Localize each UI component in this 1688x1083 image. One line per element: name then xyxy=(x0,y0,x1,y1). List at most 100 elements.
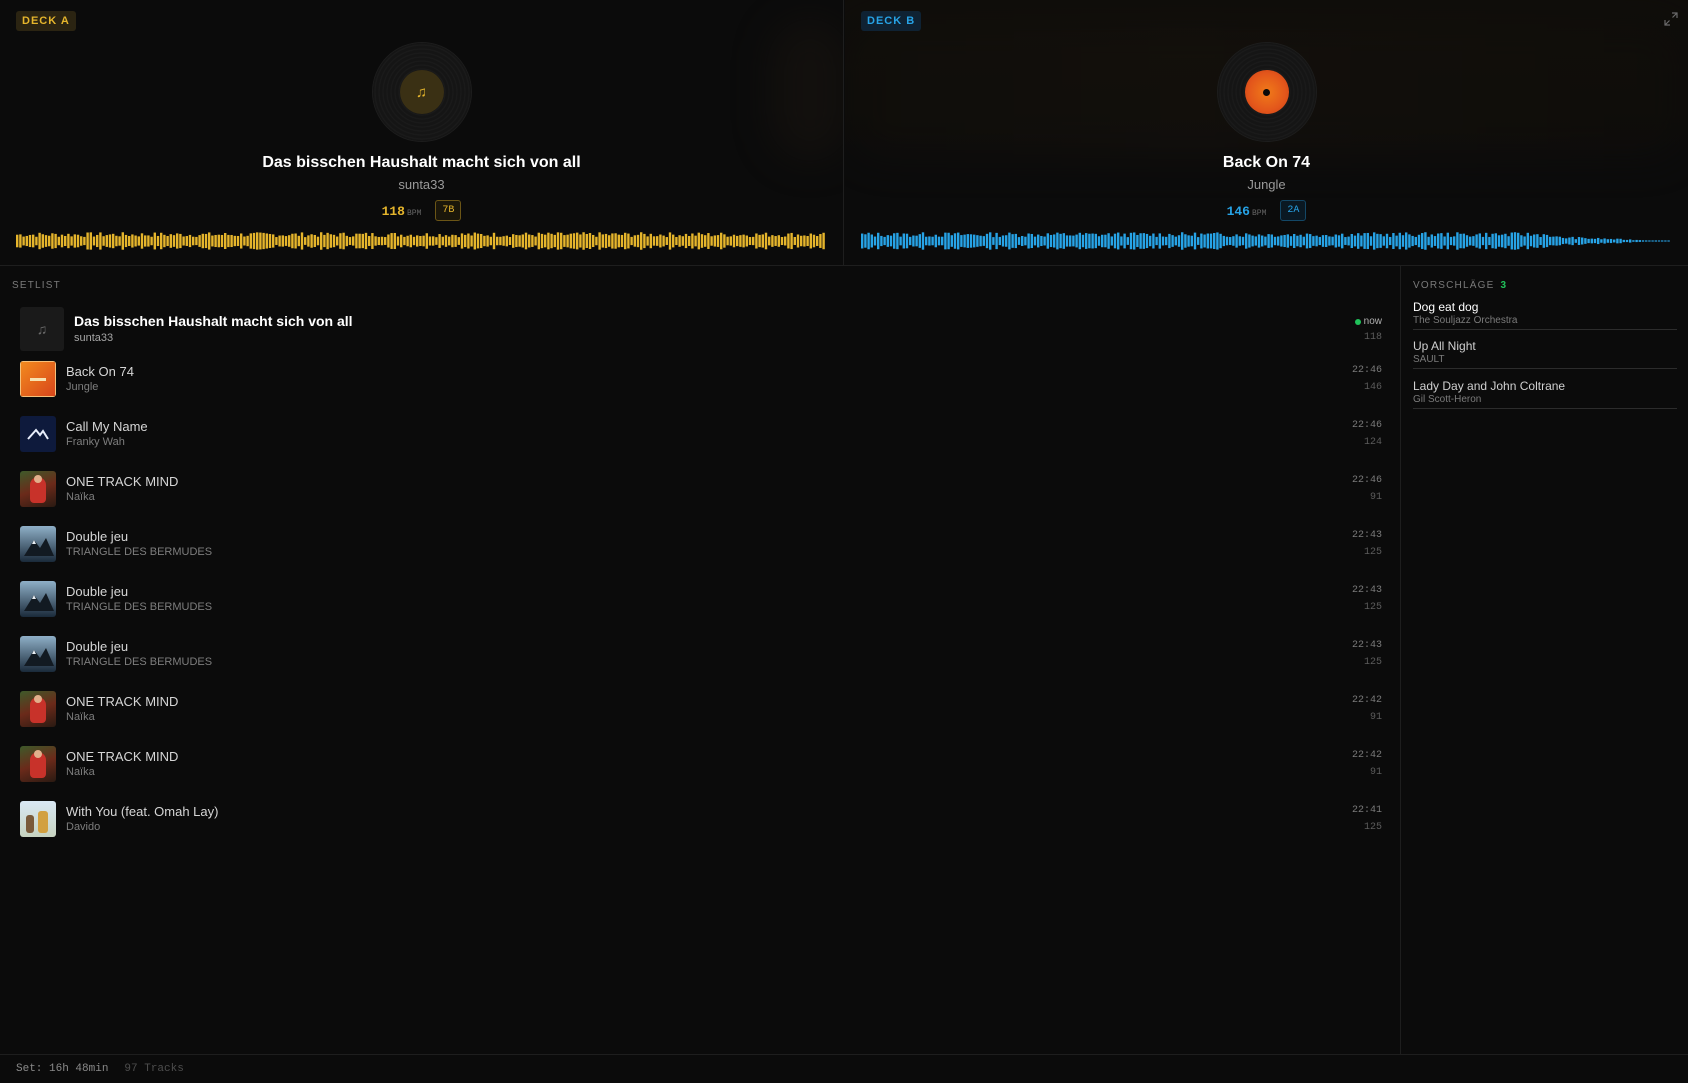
suggestions-label: VORSCHLÄGE 3 xyxy=(1413,280,1507,291)
waveform-bar xyxy=(1561,237,1565,245)
waveform-bar xyxy=(416,235,419,247)
waveform-bar xyxy=(1248,234,1251,248)
waveform-bar xyxy=(1667,240,1670,242)
setlist-track[interactable]: ONE TRACK MIND Naïka 22:42 91 xyxy=(20,691,1382,727)
setlist-track[interactable]: Double jeu TRIANGLE DES BERMUDES 22:43 125 xyxy=(20,636,1382,672)
suggestion-title: Lady Day and John Coltrane xyxy=(1413,379,1566,393)
track-time: 22:42 xyxy=(1351,695,1382,706)
waveform-bar xyxy=(1081,234,1085,248)
waveform-bar xyxy=(118,236,121,246)
waveform-bar xyxy=(739,235,742,247)
waveform-bar xyxy=(668,232,672,250)
waveform-bar xyxy=(1222,235,1225,247)
deck-b-key: 2A xyxy=(1280,200,1307,221)
waveform-bar xyxy=(105,235,108,247)
waveform-bar xyxy=(1529,235,1533,247)
waveform-bar xyxy=(672,234,675,248)
waveform-bar xyxy=(1350,233,1353,249)
waveform-bar xyxy=(512,234,515,248)
deck-a-vinyl[interactable]: ♫ xyxy=(372,43,471,141)
waveform-bar xyxy=(198,235,201,247)
waveform-bar xyxy=(73,234,76,248)
expand-icon[interactable] xyxy=(1664,12,1678,26)
waveform-bar xyxy=(640,232,643,250)
album-art xyxy=(20,526,56,562)
waveform-bar xyxy=(1280,235,1283,247)
waveform-bar xyxy=(646,236,649,246)
setlist-track[interactable]: Double jeu TRIANGLE DES BERMUDES 22:43 125 xyxy=(20,526,1382,562)
suggestion-item[interactable]: Dog eat dog The Souljazz Orchestra xyxy=(1413,300,1677,330)
waveform-bar xyxy=(144,235,147,247)
waveform-bar xyxy=(1382,236,1385,246)
waveform-bar xyxy=(1168,233,1171,249)
setlist-current-track[interactable]: ♫ Das bisschen Haushalt macht sich von a… xyxy=(20,307,1382,351)
waveform-bar xyxy=(870,234,873,248)
waveform-bar xyxy=(1245,233,1248,249)
waveform-bar xyxy=(304,237,307,245)
waveform-bar xyxy=(1347,236,1350,246)
deck-a-waveform[interactable] xyxy=(16,230,828,252)
waveform-bar xyxy=(1385,233,1389,249)
waveform-bar xyxy=(684,233,688,249)
waveform-bar xyxy=(1645,240,1648,242)
waveform-bar xyxy=(1421,233,1424,249)
suggestion-item[interactable]: Lady Day and John Coltrane Gil Scott-Her… xyxy=(1413,379,1677,409)
waveform-bar xyxy=(166,235,169,247)
waveform-bar xyxy=(256,232,259,250)
album-art xyxy=(20,416,56,452)
waveform-bar xyxy=(1395,235,1398,247)
waveform-bar xyxy=(537,232,540,250)
waveform-bar xyxy=(896,232,899,250)
waveform-bar xyxy=(240,233,243,249)
waveform-bar xyxy=(1229,237,1232,245)
setlist-track[interactable]: Double jeu TRIANGLE DES BERMUDES 22:43 125 xyxy=(20,581,1382,617)
waveform-bar xyxy=(457,237,460,245)
setlist-track[interactable]: ONE TRACK MIND Naïka 22:42 91 xyxy=(20,746,1382,782)
setlist-track[interactable]: Back On 74 Jungle 22:46 146 xyxy=(20,361,1382,397)
suggestion-item[interactable]: Up All Night SAULT xyxy=(1413,339,1677,369)
current-track-title: Das bisschen Haushalt macht sich von all xyxy=(74,313,353,329)
waveform-bar xyxy=(1590,238,1593,244)
waveform-bar xyxy=(1401,235,1405,247)
deck-b: DECK B Back On 74 Jungle 146 BPM 2A xyxy=(845,0,1688,265)
waveform-bar xyxy=(1600,239,1603,243)
waveform-bar xyxy=(1286,234,1289,248)
waveform-bar xyxy=(259,232,262,250)
waveform-bar xyxy=(864,234,867,248)
waveform-bar xyxy=(909,236,912,246)
waveform-bar xyxy=(1475,234,1478,248)
setlist-track[interactable]: ONE TRACK MIND Naïka 22:46 91 xyxy=(20,471,1382,507)
track-time: 22:41 xyxy=(1351,805,1382,816)
waveform-bar xyxy=(147,235,150,247)
waveform-bar xyxy=(800,235,803,247)
waveform-bar xyxy=(1203,234,1206,248)
waveform-bar xyxy=(76,234,80,248)
deck-b-bpm: 146 xyxy=(1226,203,1250,219)
deck-a-meta: 118 BPM 7B xyxy=(0,200,843,221)
waveform-bar xyxy=(1014,233,1017,249)
waveform-bar xyxy=(1613,239,1616,243)
waveform-bar xyxy=(976,235,979,247)
waveform-bar xyxy=(1257,234,1261,248)
deck-b-vinyl[interactable] xyxy=(1217,43,1316,141)
waveform-bar xyxy=(745,235,748,247)
waveform-bar xyxy=(278,235,281,247)
waveform-bar xyxy=(1213,233,1216,249)
deck-b-waveform[interactable] xyxy=(861,230,1672,252)
waveform-bar xyxy=(297,235,300,247)
waveform-bar xyxy=(1270,234,1273,248)
waveform-bar xyxy=(192,236,195,246)
waveform-bar xyxy=(1641,240,1645,242)
waveform-bar xyxy=(169,234,172,248)
waveform-bar xyxy=(454,235,457,247)
setlist-track[interactable]: With You (feat. Omah Lay) Davido 22:41 125 xyxy=(20,801,1382,837)
waveform-bar xyxy=(44,235,48,247)
waveform-bar xyxy=(1264,236,1267,246)
vinyl-hole xyxy=(1263,88,1270,96)
setlist-track[interactable]: Call My Name Franky Wah 22:46 124 xyxy=(20,416,1382,452)
waveform-bar xyxy=(1024,236,1027,246)
waveform-bar xyxy=(547,232,550,250)
waveform-bar xyxy=(982,236,985,246)
waveform-bar xyxy=(409,234,412,248)
waveform-bar xyxy=(355,233,358,249)
